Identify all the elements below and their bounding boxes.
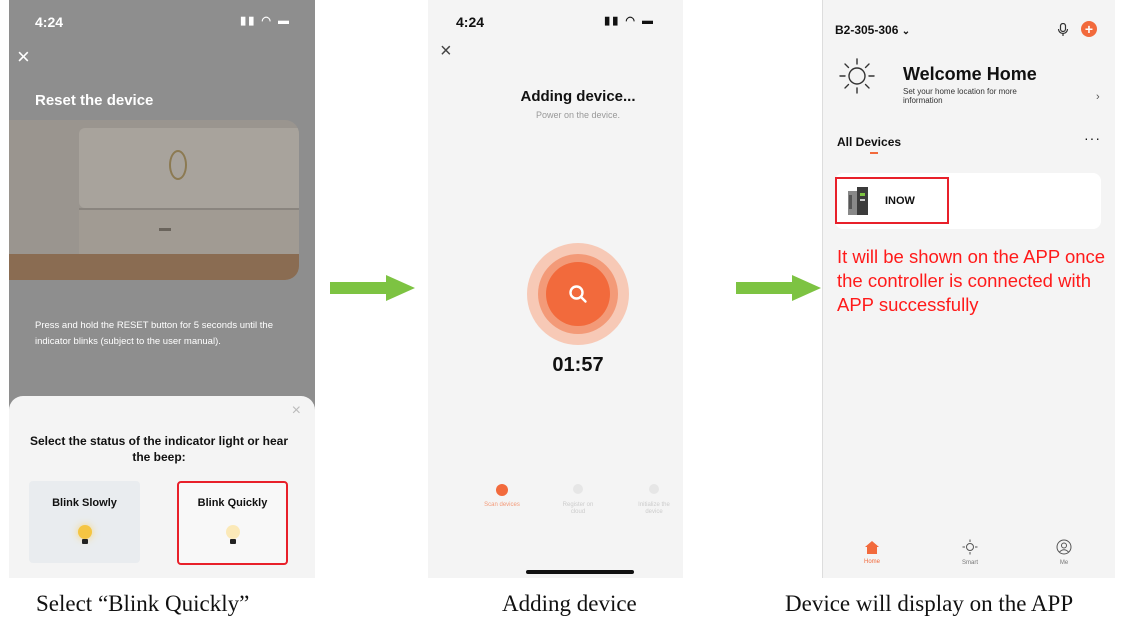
- section-all-devices[interactable]: All Devices: [837, 135, 901, 149]
- status-icons: ▮▮ ◠ ▬: [240, 15, 291, 27]
- controller-icon: [848, 187, 868, 215]
- home-screen: B2-305-306 ⌄ + Welcome Home Set your hom…: [822, 0, 1115, 578]
- more-icon[interactable]: ···: [1084, 130, 1101, 146]
- home-indicator: [526, 570, 634, 574]
- step-initialize: Initialize the device: [632, 484, 676, 516]
- microphone-icon[interactable]: [1057, 23, 1069, 37]
- bulb-lit-icon: [77, 525, 92, 539]
- add-device-icon[interactable]: +: [1081, 21, 1097, 37]
- reset-device-screen: 4:24 ▮▮ ◠ ▬ × Reset the device Press and…: [9, 0, 315, 578]
- status-icons: ▮▮ ◠ ▬: [604, 15, 655, 27]
- sheet-close-icon[interactable]: ×: [292, 402, 301, 420]
- blink-slowly-label: Blink Slowly: [52, 497, 117, 509]
- caption-step1: Select “Blink Quickly”: [36, 591, 250, 616]
- status-time: 4:24: [35, 14, 64, 30]
- close-icon[interactable]: ×: [17, 44, 30, 70]
- status-time: 4:24: [456, 14, 485, 30]
- arrow-right-icon: [330, 275, 415, 301]
- home-selector[interactable]: B2-305-306 ⌄: [835, 23, 910, 37]
- step-register-icon: [573, 484, 583, 494]
- page-subtitle: Power on the device.: [535, 110, 621, 120]
- sun-icon: [839, 58, 875, 94]
- reset-instruction: Press and hold the RESET button for 5 se…: [35, 320, 273, 347]
- home-name: B2-305-306: [835, 23, 899, 37]
- user-icon: [1056, 539, 1072, 555]
- sheet-prompt: Select the status of the indicator light…: [29, 434, 289, 464]
- nav-home[interactable]: Home: [859, 541, 885, 565]
- home-icon: [865, 541, 879, 554]
- search-icon: [569, 285, 587, 303]
- chevron-right-icon[interactable]: ›: [1096, 91, 1100, 103]
- countdown-timer: 01:57: [552, 354, 604, 376]
- nav-smart[interactable]: Smart: [955, 539, 985, 566]
- page-title: Reset the device: [35, 92, 154, 109]
- device-name: INOW: [885, 195, 915, 207]
- device-illustration: [9, 120, 299, 280]
- blink-quickly-option[interactable]: Blink Quickly: [177, 481, 288, 565]
- device-card[interactable]: INOW: [835, 173, 1101, 229]
- adding-device-screen: 4:24 ▮▮ ◠ ▬ × Adding device... Power on …: [428, 0, 683, 578]
- blink-quickly-label: Blink Quickly: [197, 497, 268, 509]
- step-register: Register on cloud: [558, 484, 598, 516]
- caption-step2: Adding device: [502, 591, 637, 616]
- close-icon[interactable]: ×: [440, 40, 452, 63]
- annotation-text: It will be shown on the APP once the con…: [837, 246, 1106, 315]
- page-title: Adding device...: [520, 88, 636, 105]
- bulb-dim-icon: [225, 525, 240, 539]
- step-scan: Scan devices: [484, 484, 520, 509]
- step-initialize-icon: [649, 484, 659, 494]
- scan-animation: [527, 243, 629, 345]
- step-scan-icon: [496, 484, 508, 496]
- indicator-sheet: × Select the status of the indicator lig…: [9, 396, 315, 578]
- smart-sun-icon: [962, 539, 978, 555]
- caption-step3: Device will display on the APP: [785, 591, 1074, 616]
- tab-underline: [870, 152, 878, 154]
- arrow-right-icon: [736, 275, 821, 301]
- chevron-down-icon: ⌄: [901, 26, 911, 37]
- nav-me[interactable]: Me: [1051, 539, 1077, 566]
- welcome-title: Welcome Home: [903, 64, 1037, 84]
- blink-slowly-option[interactable]: Blink Slowly: [29, 481, 140, 563]
- welcome-subtitle: Set your home location for more informat…: [903, 87, 1017, 105]
